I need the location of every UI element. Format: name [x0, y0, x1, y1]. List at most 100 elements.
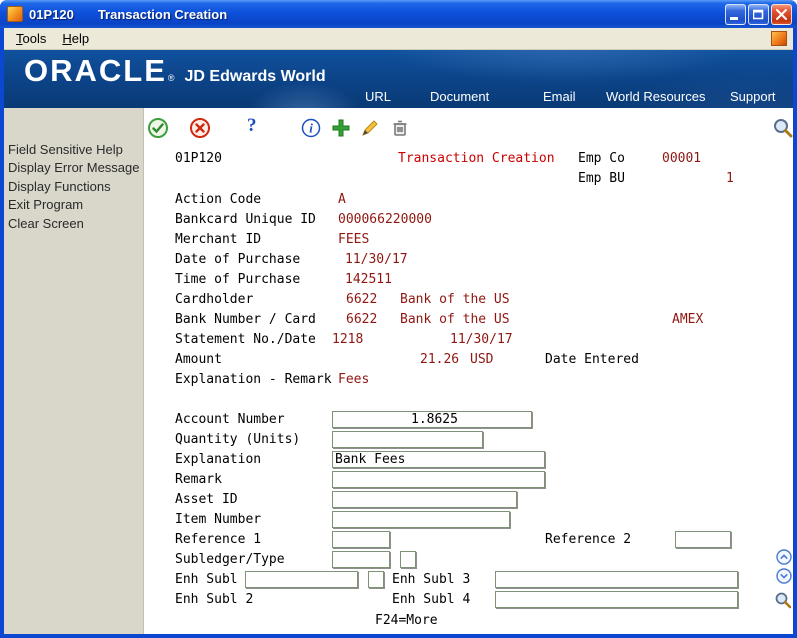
close-button[interactable]	[771, 3, 792, 25]
search-bottom-icon[interactable]	[774, 591, 792, 609]
row-item-number: Item Number	[144, 511, 793, 529]
minimize-button[interactable]	[725, 3, 746, 25]
row-remark: Remark	[144, 471, 793, 489]
search-icon[interactable]	[772, 117, 793, 139]
account-number-input[interactable]	[332, 411, 532, 428]
jde-world-icon[interactable]	[771, 31, 787, 46]
bank-number-card-label: Bank Number / Card	[175, 312, 316, 327]
date-entered-label: Date Entered	[545, 352, 639, 367]
window-buttons	[725, 3, 792, 25]
bank-number-value: 6622	[346, 312, 378, 327]
subledger-type-label: Subledger/Type	[175, 552, 285, 567]
account-number-label: Account Number	[175, 412, 285, 427]
banner-logo-row: ORACLE ® JD Edwards World	[24, 54, 326, 88]
emp-co-label: Emp Co	[578, 151, 625, 166]
emp-bu-value: 1	[726, 171, 734, 186]
add-icon[interactable]	[330, 117, 352, 139]
application-icon	[7, 6, 23, 22]
emp-co-value: 00001	[662, 151, 702, 166]
row-explanation: Explanation	[144, 451, 793, 469]
approve-icon[interactable]	[147, 117, 169, 139]
close-icon	[776, 8, 787, 20]
titlebar: 01P120 Transaction Creation	[0, 0, 797, 28]
row-enh-subl-1-3: Enh Subl 1 Enh Subl 3	[144, 571, 793, 589]
enh-subl-1-extra-input[interactable]	[368, 571, 384, 588]
row-bankcard-id: Bankcard Unique ID 000066220000	[144, 212, 793, 229]
svg-text:i: i	[309, 121, 313, 136]
row-quantity: Quantity (Units)	[144, 431, 793, 449]
row-references: Reference 1 Reference 2	[144, 531, 793, 549]
reference-1-input[interactable]	[332, 531, 390, 548]
sidebar-item-exit-program[interactable]: Exit Program	[4, 196, 143, 214]
reference-2-label: Reference 2	[545, 532, 632, 547]
banner-link-support[interactable]: Support	[730, 89, 776, 104]
currency-value: USD	[470, 352, 494, 367]
enh-subl-4-input[interactable]	[495, 591, 738, 608]
cardholder-label: Cardholder	[175, 292, 254, 307]
row-amount: Amount 21.26 USD Date Entered	[144, 352, 793, 369]
sidebar-item-display-error-message[interactable]: Display Error Message	[4, 159, 143, 177]
delete-icon[interactable]	[389, 117, 411, 139]
scroll-up-icon[interactable]	[776, 549, 792, 565]
sidebar-item-field-sensitive-help[interactable]: Field Sensitive Help	[4, 141, 143, 159]
maximize-icon	[753, 9, 764, 19]
row-merchant-id: Merchant ID FEES	[144, 232, 793, 249]
banner-link-world-resources[interactable]: World Resources	[606, 89, 705, 104]
merchant-id-label: Merchant ID	[175, 232, 262, 247]
subledger-input[interactable]	[332, 551, 390, 568]
time-of-purchase-value: 142511	[345, 272, 392, 287]
reference-2-input[interactable]	[675, 531, 731, 548]
statement-label: Statement No./Date	[175, 332, 316, 347]
time-of-purchase-label: Time of Purchase	[175, 272, 301, 287]
menu-help[interactable]: Help	[54, 29, 97, 48]
edit-icon[interactable]	[359, 117, 381, 139]
item-number-input[interactable]	[332, 511, 510, 528]
reference-1-label: Reference 1	[175, 532, 262, 547]
statement-date: 11/30/17	[450, 332, 513, 347]
subledger-type-input[interactable]	[400, 551, 416, 568]
row-date-of-purchase: Date of Purchase 11/30/17	[144, 252, 793, 269]
action-code-value: A	[338, 192, 346, 207]
maximize-button[interactable]	[748, 3, 769, 25]
bankcard-id-label: Bankcard Unique ID	[175, 212, 316, 227]
explanation-remark-value: Fees	[338, 372, 370, 387]
enh-subl-2-label: Enh Subl 2	[175, 592, 254, 607]
row-asset-id: Asset ID	[144, 491, 793, 509]
banner-link-document[interactable]: Document	[430, 89, 489, 104]
cardholder-name: Bank of the US	[400, 292, 510, 307]
titlebar-program: 01P120	[29, 6, 74, 22]
asset-id-input[interactable]	[332, 491, 517, 508]
row-bank-number-card: Bank Number / Card 6622 Bank of the US A…	[144, 312, 793, 329]
item-number-label: Item Number	[175, 512, 262, 527]
enh-subl-1-input[interactable]	[245, 571, 358, 588]
row-statement: Statement No./Date 1218 11/30/17	[144, 332, 793, 349]
info-icon[interactable]: i	[300, 117, 322, 139]
enh-subl-3-input[interactable]	[495, 571, 738, 588]
quantity-input[interactable]	[332, 431, 483, 448]
explanation-label: Explanation	[175, 452, 262, 467]
cancel-icon[interactable]	[189, 117, 211, 139]
row-enh-subl-2-4: Enh Subl 2 Enh Subl 4	[144, 591, 793, 609]
remark-label: Remark	[175, 472, 222, 487]
scroll-down-icon[interactable]	[776, 568, 792, 584]
menu-tools[interactable]: Tools	[8, 29, 54, 48]
quantity-label: Quantity (Units)	[175, 432, 301, 447]
row-account-number: Account Number	[144, 411, 793, 429]
help-icon[interactable]: ?	[247, 115, 257, 137]
sidebar-item-display-functions[interactable]: Display Functions	[4, 178, 143, 196]
banner-link-url[interactable]: URL	[365, 89, 391, 104]
remark-input[interactable]	[332, 471, 545, 488]
banner-link-email[interactable]: Email	[543, 89, 576, 104]
explanation-input[interactable]	[332, 451, 545, 468]
sidebar: Field Sensitive Help Display Error Messa…	[4, 108, 144, 634]
sidebar-item-clear-screen[interactable]: Clear Screen	[4, 215, 143, 233]
function-key-hint: F24=More	[375, 613, 438, 628]
statement-number: 1218	[332, 332, 364, 347]
registered-mark: ®	[167, 73, 175, 83]
amount-label: Amount	[175, 352, 222, 367]
bankcard-id-value: 000066220000	[338, 212, 432, 227]
cardholder-number: 6622	[346, 292, 378, 307]
titlebar-title: Transaction Creation	[97, 6, 228, 22]
oracle-logo: ORACLE	[24, 53, 167, 88]
footer-row: F24=More	[144, 613, 793, 630]
